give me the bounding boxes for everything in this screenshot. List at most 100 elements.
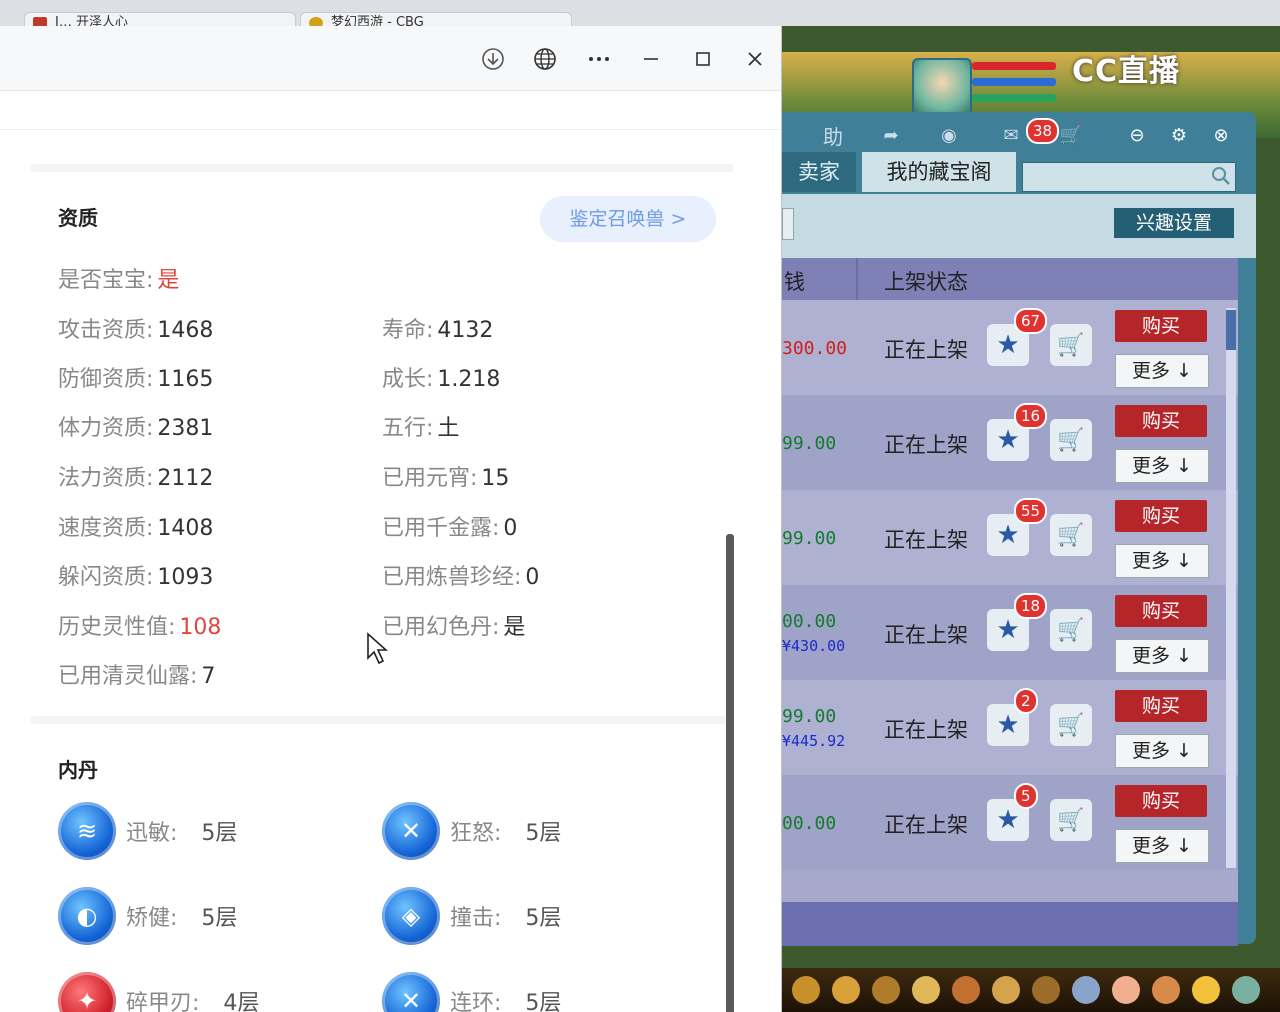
stat-stamina-aptitude: 体力资质: 2381	[58, 416, 214, 441]
neidan-item[interactable]: ◐ 矫健: 5层	[58, 887, 237, 945]
section-divider	[30, 716, 726, 724]
skill-icon[interactable]	[912, 976, 940, 1004]
minimize-icon[interactable]	[636, 44, 666, 74]
add-to-cart-icon[interactable]: 🛒	[1050, 799, 1092, 841]
listing-status: 正在上架	[884, 813, 968, 837]
map-icon[interactable]	[1072, 976, 1100, 1004]
add-to-cart-icon[interactable]: 🛒	[1050, 419, 1092, 461]
shopping-cart-icon[interactable]: 🛒	[1054, 120, 1088, 150]
listing-status: 正在上架	[884, 623, 968, 647]
buy-button[interactable]: 购买	[1115, 310, 1207, 342]
stat-magic-aptitude: 法力资质: 2112	[58, 466, 214, 491]
close-circle-icon[interactable]: ⊗	[1204, 120, 1238, 150]
stat-dew-used: 已用清灵仙露: 7	[58, 664, 216, 689]
impact-orb-icon: ◈	[382, 887, 440, 945]
add-to-cart-icon[interactable]: 🛒	[1050, 704, 1092, 746]
pet-icon[interactable]	[872, 976, 900, 1004]
character-avatar[interactable]	[912, 58, 972, 118]
globe-icon[interactable]	[530, 44, 560, 74]
listing-status: 正在上架	[884, 528, 968, 552]
add-to-cart-icon[interactable]: 🛒	[1050, 609, 1092, 651]
buy-button[interactable]: 购买	[1115, 500, 1207, 532]
buy-button[interactable]: 购买	[1115, 785, 1207, 817]
guild-icon[interactable]	[992, 976, 1020, 1004]
settings-gear-icon[interactable]: ⚙	[1162, 120, 1196, 150]
more-options-icon[interactable]	[584, 44, 614, 74]
neidan-item[interactable]: ≋ 迅敏: 5层	[58, 802, 237, 860]
stat-speed-aptitude: 速度资质: 1408	[58, 516, 214, 541]
treasure-search-input[interactable]	[1022, 162, 1236, 192]
system-icon[interactable]	[1032, 976, 1060, 1004]
neidan-item[interactable]: ✦ 碎甲刃: 4层	[58, 972, 259, 1012]
more-button[interactable]: 更多 ↓	[1115, 734, 1209, 768]
more-button[interactable]: 更多 ↓	[1115, 544, 1209, 578]
neidan-item[interactable]: ✕ 狂怒: 5层	[382, 802, 561, 860]
price-column-header: 钱	[784, 270, 805, 294]
screen-icon[interactable]	[1232, 976, 1260, 1004]
treasure-panel: 助 ➦ ◉ ✉ 38 🛒 ⊖ ⚙ ⊗ 卖家 我的藏宝阁 兴趣设置 钱 上架状态 …	[782, 112, 1256, 946]
stat-defense-aptitude: 防御资质: 1165	[58, 367, 214, 392]
buy-button[interactable]: 购买	[1115, 595, 1207, 627]
more-button[interactable]: 更多 ↓	[1115, 354, 1209, 388]
browser-titlebar	[0, 26, 781, 91]
close-icon[interactable]	[740, 44, 770, 74]
add-to-cart-icon[interactable]: 🛒	[1050, 514, 1092, 556]
peach-icon[interactable]	[1112, 976, 1140, 1004]
appraise-pet-button[interactable]: 鉴定召唤兽 >	[540, 196, 716, 242]
buy-button[interactable]: 购买	[1115, 405, 1207, 437]
neidan-item[interactable]: ◈ 撞击: 5层	[382, 887, 561, 945]
listing-scroll-thumb[interactable]	[1226, 310, 1236, 350]
game-window: CC直播 助 ➦ ◉ ✉ 38 🛒 ⊖ ⚙ ⊗ 卖家 我的藏宝阁 兴趣设置 钱 …	[782, 26, 1280, 1012]
friend-icon[interactable]	[1152, 976, 1180, 1004]
arrow-down-icon: ↓	[1176, 360, 1192, 382]
armor-break-orb-icon: ✦	[58, 972, 116, 1012]
buy-button[interactable]: 购买	[1115, 690, 1207, 722]
stat-element: 五行: 土	[382, 416, 460, 441]
cc-live-logo: CC直播	[1072, 54, 1181, 89]
content-scrollbar[interactable]	[726, 534, 734, 1012]
favorite-count-badge: 18	[1014, 593, 1048, 619]
filter-input[interactable]	[782, 208, 794, 240]
price-value: 99.00	[782, 706, 837, 727]
swift-orb-icon: ≋	[58, 802, 116, 860]
price-value: 99.00	[782, 433, 837, 454]
favorite-count-badge: 67	[1014, 308, 1048, 334]
maximize-icon[interactable]	[688, 44, 718, 74]
stat-yuanxiao-used: 已用元宵: 15	[382, 466, 510, 491]
download-icon[interactable]	[478, 44, 508, 74]
search-icon[interactable]	[1211, 166, 1231, 186]
favorite-count-badge: 16	[1014, 403, 1048, 429]
stat-spirit-history: 历史灵性值: 108	[58, 615, 222, 640]
table-row: 99.00 ¥445.92 正在上架 ★ 2 🛒 购买 更多 ↓	[782, 680, 1238, 775]
bag-icon[interactable]	[832, 976, 860, 1004]
emote-icon[interactable]	[1192, 976, 1220, 1004]
table-row: 00.00 正在上架 ★ 5 🛒 购买 更多 ↓	[782, 775, 1238, 870]
message-icon[interactable]: ✉	[994, 120, 1028, 150]
listing-status: 正在上架	[884, 433, 968, 457]
favorite-count-badge: 2	[1014, 688, 1038, 714]
neidan-item[interactable]: ✕ 连环: 5层	[382, 972, 561, 1012]
rage-orb-icon: ✕	[382, 802, 440, 860]
tab-my-treasure[interactable]: 我的藏宝阁	[862, 152, 1016, 192]
stat-growth: 成长: 1.218	[382, 367, 501, 392]
record-icon[interactable]: ◉	[932, 120, 966, 150]
tab-seller[interactable]: 卖家	[782, 152, 856, 192]
minimize-circle-icon[interactable]: ⊖	[1120, 120, 1154, 150]
table-row: 99.00 正在上架 ★ 55 🛒 购买 更多 ↓	[782, 490, 1238, 585]
appraisal-section-title: 资质	[58, 206, 98, 230]
more-button[interactable]: 更多 ↓	[1115, 829, 1209, 863]
stat-color-pill-used: 已用幻色丹: 是	[382, 615, 526, 640]
browser-tab-strip: I… 开泽人心 梦幻西游 - CBG	[0, 0, 1280, 34]
favorite-count-badge: 5	[1014, 783, 1038, 809]
price-value: 300.00	[782, 338, 848, 359]
help-button[interactable]: 助	[816, 120, 850, 150]
share-icon[interactable]: ➦	[874, 120, 908, 150]
add-to-cart-icon[interactable]: 🛒	[1050, 324, 1092, 366]
interest-settings-button[interactable]: 兴趣设置	[1114, 208, 1234, 238]
team-icon[interactable]	[952, 976, 980, 1004]
listing-footer	[782, 902, 1238, 946]
more-button[interactable]: 更多 ↓	[1115, 639, 1209, 673]
item-icon[interactable]	[792, 976, 820, 1004]
listing-scrollbar[interactable]	[1226, 308, 1236, 868]
more-button[interactable]: 更多 ↓	[1115, 449, 1209, 483]
